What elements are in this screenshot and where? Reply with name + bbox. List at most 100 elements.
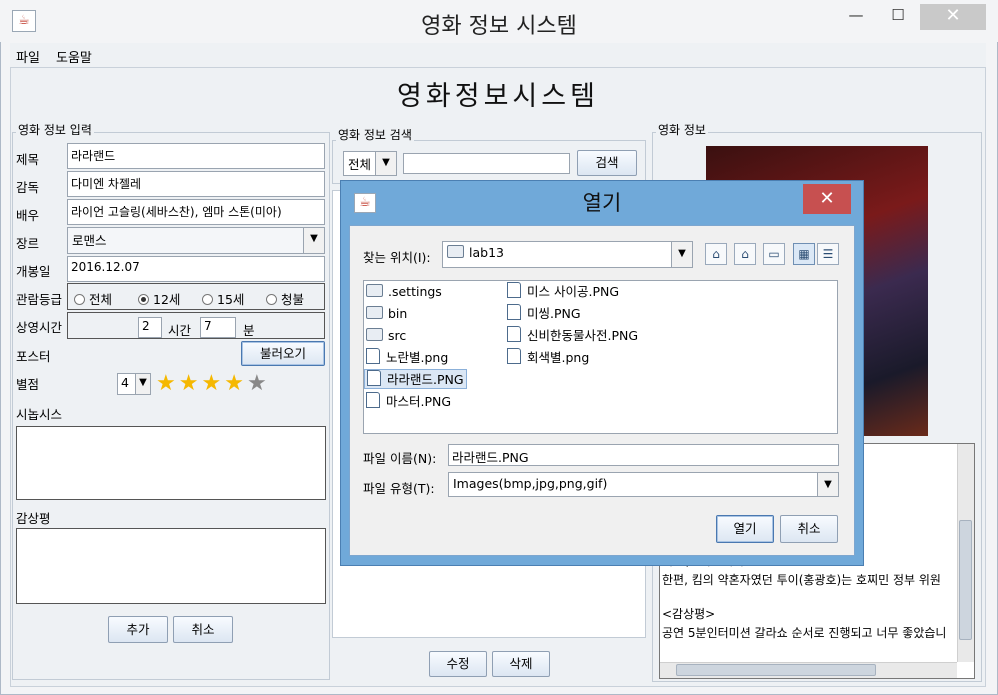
runtime-group — [67, 312, 325, 339]
filetype-value: Images(bmp,jpg,png,gif) — [453, 476, 608, 491]
search-filter-select[interactable]: 전체 ▼ — [343, 151, 397, 176]
rating-option-adult[interactable]: 청불 — [266, 289, 304, 308]
radio-selected-icon — [138, 294, 149, 305]
details-view-icon[interactable]: ☰ — [817, 243, 839, 265]
list-item[interactable]: bin — [366, 304, 407, 324]
load-poster-button[interactable]: 불러오기 — [241, 341, 325, 366]
hours-unit: 시간 — [168, 323, 192, 338]
score-label: 별점 — [16, 377, 40, 392]
minimize-icon[interactable]: — — [838, 6, 874, 32]
star-filled-icon: ★ — [178, 371, 199, 396]
release-label: 개봉일 — [16, 264, 51, 279]
runtime-minutes-field[interactable]: 7 — [200, 317, 236, 338]
cancel-button[interactable]: 취소 — [173, 616, 233, 643]
dialog-cancel-button[interactable]: 취소 — [780, 515, 838, 543]
dialog-close-icon[interactable]: ✕ — [803, 184, 851, 214]
list-item-selected[interactable]: 라라랜드.PNG — [364, 369, 467, 389]
review-label: 감상평 — [16, 511, 51, 526]
chevron-down-icon[interactable]: ▼ — [135, 374, 150, 394]
menu-bar — [10, 43, 986, 67]
genre-value: 로맨스 — [72, 233, 107, 248]
chevron-down-icon[interactable]: ▼ — [303, 228, 324, 253]
filetype-label: 파일 유형(T): — [363, 481, 435, 496]
look-in-select[interactable]: lab13 ▼ — [442, 241, 693, 268]
radio-icon — [202, 294, 213, 305]
info-scrollbar-thumb[interactable] — [959, 520, 972, 640]
star-empty-icon: ★ — [246, 371, 267, 396]
folder-icon — [366, 306, 383, 319]
star-filled-icon: ★ — [224, 371, 244, 396]
filename-label: 파일 이름(N): — [363, 451, 437, 466]
list-item[interactable]: 마스터.PNG — [366, 392, 451, 412]
file-icon — [367, 370, 381, 386]
delete-button[interactable]: 삭제 — [492, 651, 550, 677]
new-folder-icon[interactable]: ▭ — [763, 243, 785, 265]
info-line: 한편, 킴의 약혼자였던 투이(홍광호)는 호찌민 정부 위원 — [662, 573, 941, 587]
score-value: 4 — [121, 375, 129, 390]
input-group-title: 영화 정보 입력 — [16, 121, 94, 138]
genre-select[interactable]: 로맨스 ▼ — [67, 227, 325, 254]
score-select[interactable]: 4 ▼ — [117, 373, 151, 395]
close-icon[interactable]: ✕ — [920, 4, 986, 30]
file-icon — [507, 282, 521, 298]
open-button[interactable]: 열기 — [716, 515, 774, 543]
list-item[interactable]: src — [366, 326, 406, 346]
look-in-value: lab13 — [469, 245, 504, 260]
director-label: 감독 — [16, 180, 40, 195]
list-item[interactable]: 신비한동물사전.PNG — [507, 326, 638, 346]
runtime-hours-field[interactable]: 2 — [138, 317, 162, 338]
search-filter-value: 전체 — [348, 157, 372, 172]
title-field[interactable]: 라라랜드 — [67, 143, 325, 169]
actor-field[interactable]: 라이언 고슬링(세바스찬), 엠마 스톤(미아) — [67, 199, 325, 225]
filetype-select[interactable]: Images(bmp,jpg,png,gif) ▼ — [448, 472, 839, 497]
synopsis-label: 시놉시스 — [16, 407, 63, 422]
info-hscrollbar-thumb[interactable] — [676, 664, 876, 676]
list-item[interactable]: 회색별.png — [507, 348, 589, 368]
chevron-down-icon[interactable]: ▼ — [671, 242, 692, 267]
rating-option-15[interactable]: 15세 — [202, 289, 244, 308]
synopsis-textarea[interactable] — [16, 426, 326, 500]
page-title: 영화정보시스템 — [397, 81, 599, 112]
list-item[interactable]: 미스 사이공.PNG — [507, 282, 619, 302]
rating-label: 관람등급 — [16, 292, 63, 307]
director-field[interactable]: 다미엔 차젤레 — [67, 171, 325, 197]
rating-option-all[interactable]: 전체 — [74, 289, 112, 308]
file-icon — [507, 326, 521, 342]
home-icon[interactable]: ⌂ — [734, 243, 756, 265]
file-icon — [507, 304, 521, 320]
review-textarea[interactable] — [16, 528, 326, 604]
rating-option-12[interactable]: 12세 — [138, 289, 180, 308]
poster-label: 포스터 — [16, 349, 51, 364]
star-filled-icon: ★ — [156, 371, 176, 396]
search-group-title: 영화 정보 검색 — [336, 126, 414, 143]
look-in-label: 찾는 위치(I): — [363, 250, 431, 265]
list-item[interactable]: 미씽.PNG — [507, 304, 581, 324]
actor-label: 배우 — [16, 208, 40, 223]
edit-button[interactable]: 수정 — [429, 651, 487, 677]
info-line: <감상평> — [662, 607, 716, 621]
info-group-title: 영화 정보 — [656, 121, 708, 138]
info-line: 공연 5분인터미션 갈라쇼 순서로 진행되고 너무 좋았습니 — [662, 626, 947, 640]
folder-icon — [447, 245, 464, 258]
list-view-icon[interactable]: ▦ — [793, 243, 815, 265]
list-item[interactable]: .settings — [366, 282, 442, 302]
star-filled-icon: ★ — [201, 371, 222, 396]
menu-file[interactable]: 파일 — [16, 47, 40, 66]
folder-icon — [366, 328, 383, 341]
list-item[interactable]: 노란별.png — [366, 348, 448, 368]
search-button[interactable]: 검색 — [577, 150, 637, 176]
file-icon — [366, 392, 380, 408]
menu-help[interactable]: 도움말 — [56, 47, 92, 66]
chevron-down-icon[interactable]: ▼ — [375, 152, 396, 175]
filename-field[interactable]: 라라랜드.PNG — [448, 444, 839, 466]
file-icon — [507, 348, 521, 364]
genre-label: 장르 — [16, 236, 40, 251]
title-label: 제목 — [16, 152, 40, 167]
up-folder-icon[interactable]: ⌂ — [705, 243, 727, 265]
search-input[interactable] — [403, 153, 570, 174]
add-button[interactable]: 추가 — [108, 616, 168, 643]
maximize-icon[interactable]: ☐ — [880, 6, 916, 32]
release-field[interactable]: 2016.12.07 — [67, 256, 325, 282]
folder-icon — [366, 284, 383, 297]
chevron-down-icon[interactable]: ▼ — [817, 473, 838, 496]
